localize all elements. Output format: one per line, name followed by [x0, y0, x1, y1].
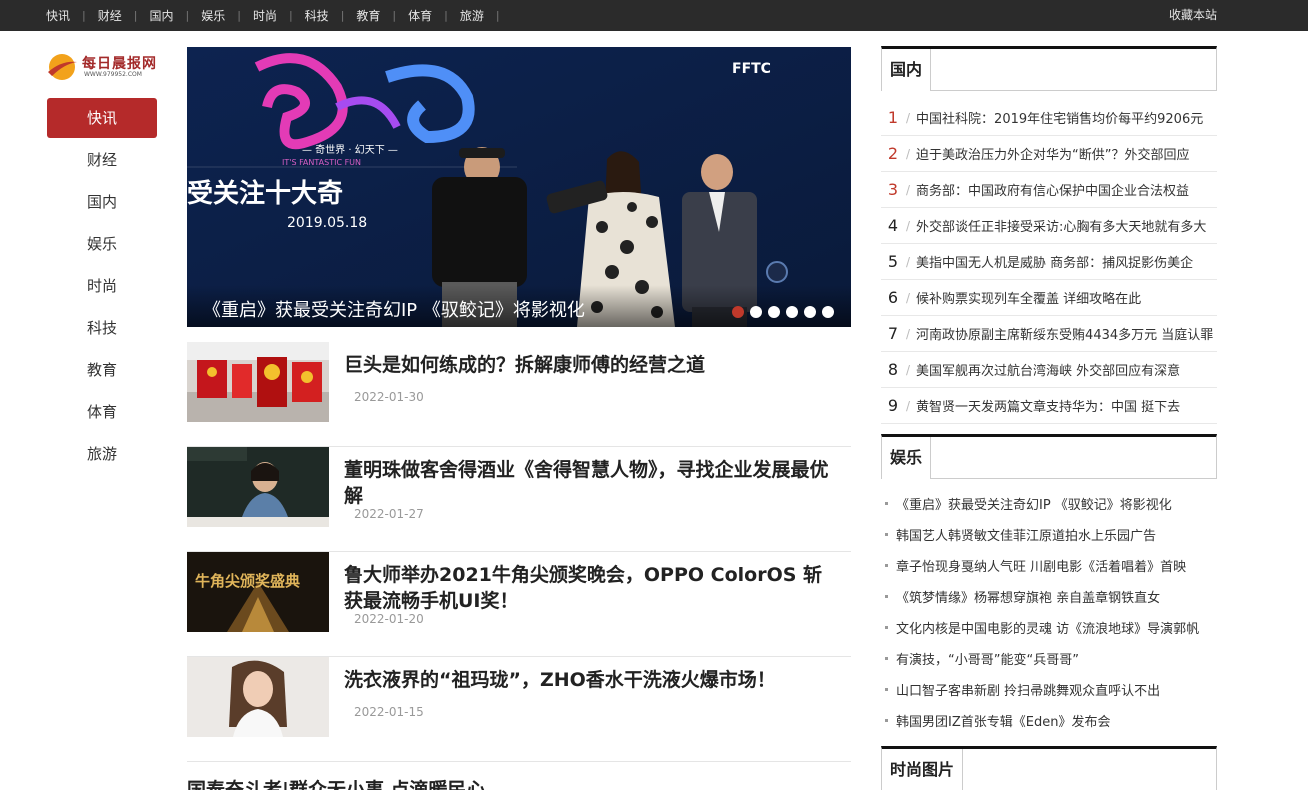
model-portrait-image [187, 657, 329, 737]
side-nav-item-caijing[interactable]: 财经 [47, 140, 157, 180]
side-nav-item-guonei[interactable]: 国内 [47, 182, 157, 222]
top-nav-item-keji[interactable]: 科技 | [305, 7, 357, 24]
side-nav-item-shishang[interactable]: 时尚 [47, 266, 157, 306]
banner-subtitle: — 奇世界 · 幻天下 — [302, 143, 398, 156]
logo-url: WWW.979952.COM [84, 71, 142, 78]
list-item[interactable]: 文化内核是中国电影的灵魂 访《流浪地球》导演郭帆 [881, 612, 1217, 643]
top-nav: 快讯 | 财经 | 国内 | 娱乐 | 时尚 | 科技 | 教育 | 体育 | 旅游 | [46, 0, 512, 31]
side-nav-item-lvyou[interactable]: 旅游 [47, 434, 157, 474]
domestic-news-header: 国内 [881, 46, 1217, 91]
article-thumbnail[interactable] [187, 657, 329, 737]
side-nav-item-tiyu[interactable]: 体育 [47, 392, 157, 432]
list-item[interactable]: 《重启》获最受关注奇幻IP 《驭鲛记》将影视化 [881, 488, 1217, 519]
logo-icon [48, 54, 77, 80]
list-item[interactable]: 8/美国军舰再次过航台湾海峡 外交部回应有深意 [881, 352, 1217, 388]
top-nav-item-kuaixun[interactable]: 快讯 | [46, 7, 98, 24]
list-item[interactable]: 山口智子客串新剧 拎扫帚跳舞观众直呼认不出 [881, 674, 1217, 705]
list-item[interactable]: 7/河南政协原副主席靳绥东受贿4434多万元 当庭认罪 [881, 316, 1217, 352]
side-nav-item-keji[interactable]: 科技 [47, 308, 157, 348]
top-nav-item-yule[interactable]: 娱乐 | [201, 7, 253, 24]
side-nav-item-yule[interactable]: 娱乐 [47, 224, 157, 264]
tab-fashion-photos[interactable]: 时尚图片 [882, 749, 964, 790]
top-nav-item-jiaoyu[interactable]: 教育 | [356, 7, 408, 24]
article-thumbnail[interactable] [187, 342, 329, 422]
domestic-news-list: 1/中国社科院：2019年住宅销售均价每平约9206元 2/迫于美政治压力外企对… [881, 100, 1217, 424]
side-nav: 快讯 财经 国内 娱乐 时尚 科技 教育 体育 旅游 [47, 98, 157, 476]
article-item[interactable]: 洗衣液界的“祖玛珑”，ZHO香水干洗液火爆市场！ 2022-01-15 [187, 657, 851, 762]
article-item[interactable]: 巨头是如何练成的？拆解康师傅的经营之道 2022-01-30 [187, 342, 851, 447]
entertainment-news-header: 娱乐 [881, 434, 1217, 479]
list-item[interactable]: 2/迫于美政治压力外企对华为“断供”？外交部回应 [881, 136, 1217, 172]
banner-dot-6[interactable] [822, 306, 834, 318]
portrait-image [187, 447, 329, 527]
top-nav-item-tiyu[interactable]: 体育 | [408, 7, 460, 24]
list-item[interactable]: 3/商务部：中国政府有信心保护中国企业合法权益 [881, 172, 1217, 208]
bookmark-site-link[interactable]: 收藏本站 [1169, 0, 1217, 31]
top-nav-item-guonei[interactable]: 国内 | [149, 7, 201, 24]
list-item[interactable]: 章子怡现身戛纳人气旺 川剧电影《活着唱着》首映 [881, 550, 1217, 581]
list-item[interactable]: 《筑梦情缘》杨幂想穿旗袍 亲自盖章钢铁直女 [881, 581, 1217, 612]
article-thumbnail[interactable] [187, 447, 329, 527]
supermarket-image [187, 342, 329, 422]
article-item[interactable]: 董明珠做客舍得酒业《舍得智慧人物》，寻找企业发展最优解 2022-01-27 [187, 447, 851, 552]
fashion-photos-box: 时尚图片 [881, 746, 1217, 790]
entertainment-news-list: 《重启》获最受关注奇幻IP 《驭鲛记》将影视化 韩国艺人韩贤敏文佳菲江原道拍水上… [881, 488, 1217, 736]
article-date: 2022-01-27 [354, 507, 424, 521]
award-poster-title: 牛角尖颁奖盛典 [195, 572, 300, 590]
banner-dots [726, 306, 834, 318]
award-poster-image: 牛角尖颁奖盛典 [187, 552, 329, 632]
article-date: 2022-01-20 [354, 612, 424, 626]
banner-dot-4[interactable] [786, 306, 798, 318]
banner-dot-3[interactable] [768, 306, 780, 318]
list-item[interactable]: 韩国男团IZ首张专辑《Eden》发布会 [881, 705, 1217, 736]
fashion-photos-header: 时尚图片 [881, 746, 1217, 790]
list-item[interactable]: 6/候补购票实现列车全覆盖 详细攻略在此 [881, 280, 1217, 316]
list-item[interactable]: 5/美指中国无人机是威胁 商务部：捕风捉影伤美企 [881, 244, 1217, 280]
list-item[interactable]: 有演技，“小哥哥”能变“兵哥哥” [881, 643, 1217, 674]
banner-headline: 受关注十大奇 [187, 178, 343, 209]
article-date: 2022-01-30 [354, 390, 424, 404]
article-title[interactable]: 洗衣液界的“祖玛珑”，ZHO香水干洗液火爆市场！ [344, 667, 834, 693]
banner-caption[interactable]: 《重启》获最受关注奇幻IP 《驭鲛记》将影视化 [203, 296, 585, 322]
banner-slider[interactable]: — 奇世界 · 幻天下 — IT'S FANTASTIC FUN 受关注十大奇 … [187, 47, 851, 327]
side-nav-item-jiaoyu[interactable]: 教育 [47, 350, 157, 390]
top-bar: 快讯 | 财经 | 国内 | 娱乐 | 时尚 | 科技 | 教育 | 体育 | 旅游 | 收藏本站 [0, 0, 1308, 31]
list-item[interactable]: 韩国艺人韩贤敏文佳菲江原道拍水上乐园广告 [881, 519, 1217, 550]
article-title[interactable]: 董明珠做客舍得酒业《舍得智慧人物》，寻找企业发展最优解 [344, 457, 834, 509]
top-nav-item-lvyou[interactable]: 旅游 | [460, 7, 512, 24]
banner-dot-5[interactable] [804, 306, 816, 318]
article-title[interactable]: 巨头是如何练成的？拆解康师傅的经营之道 [344, 352, 834, 378]
banner-date: 2019.05.18 [287, 215, 367, 231]
banner-subtitle-en: IT'S FANTASTIC FUN [282, 158, 361, 167]
article-title[interactable]: 鲁大师举办2021牛角尖颁奖晚会，OPPO ColorOS 斩获最流畅手机UI奖… [344, 562, 834, 614]
site-logo[interactable]: 每日晨报网 WWW.979952.COM [46, 50, 161, 84]
banner-dot-2[interactable] [750, 306, 762, 318]
tab-domestic[interactable]: 国内 [882, 49, 932, 91]
top-nav-item-caijing[interactable]: 财经 | [98, 7, 150, 24]
banner-logo-text: FFTC [732, 61, 771, 77]
article-date: 2022-01-15 [354, 705, 424, 719]
tab-entertainment[interactable]: 娱乐 [882, 437, 932, 479]
banner-dot-1[interactable] [732, 306, 744, 318]
list-item[interactable]: 9/黄智贤一天发两篇文章支持华为：中国 挺下去 [881, 388, 1217, 424]
entertainment-news-box: 娱乐 《重启》获最受关注奇幻IP 《驭鲛记》将影视化 韩国艺人韩贤敏文佳菲江原道… [881, 434, 1217, 736]
domestic-news-box: 国内 1/中国社科院：2019年住宅销售均价每平约9206元 2/迫于美政治压力… [881, 46, 1217, 424]
article-title-partial[interactable]: 国泰奋斗者|群众无小事 点滴暖民心 [187, 775, 486, 790]
side-nav-item-kuaixun[interactable]: 快讯 [47, 98, 157, 138]
logo-name: 每日晨报网 [82, 56, 157, 72]
article-item[interactable]: 牛角尖颁奖盛典 鲁大师举办2021牛角尖颁奖晚会，OPPO ColorOS 斩获… [187, 552, 851, 657]
top-nav-item-shishang[interactable]: 时尚 | [253, 7, 305, 24]
article-thumbnail[interactable]: 牛角尖颁奖盛典 [187, 552, 329, 632]
list-item[interactable]: 4/外交部谈任正非接受采访:心胸有多大天地就有多大 [881, 208, 1217, 244]
list-item[interactable]: 1/中国社科院：2019年住宅销售均价每平约9206元 [881, 100, 1217, 136]
